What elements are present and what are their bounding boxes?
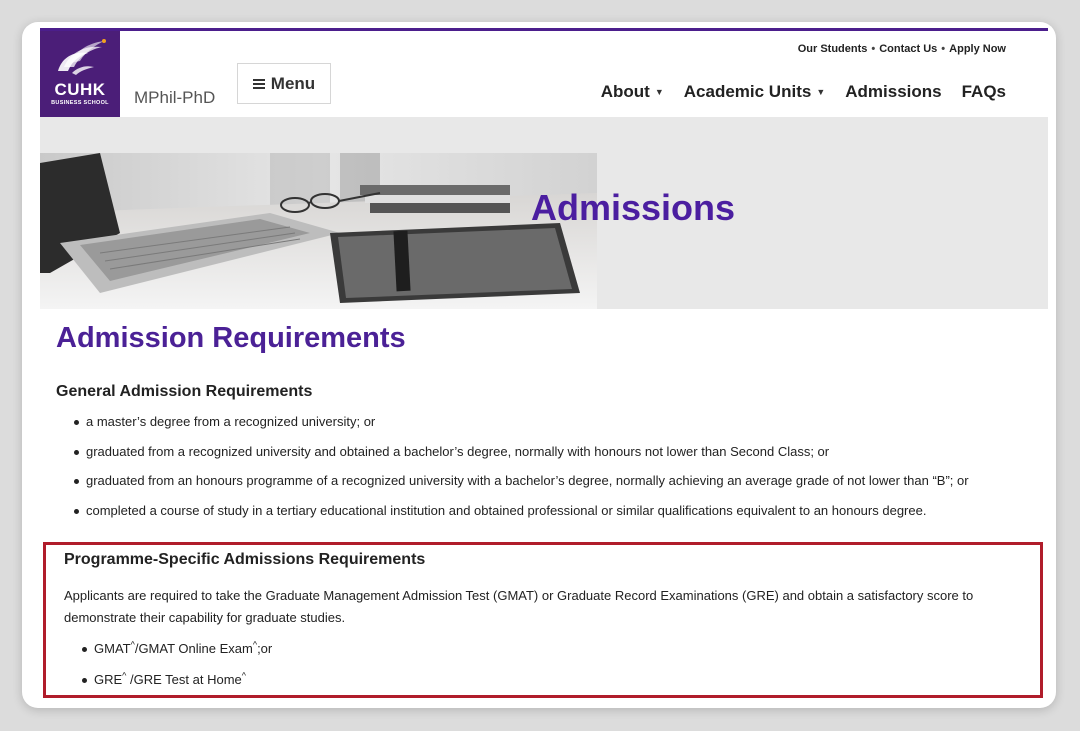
general-requirements-title: General Admission Requirements	[56, 383, 313, 400]
top-accent-line	[40, 28, 1048, 31]
link-contact-us[interactable]: Contact Us	[879, 43, 937, 55]
nav-about-label: About	[600, 82, 650, 101]
nav-admissions-label: Admissions	[845, 82, 942, 101]
caret-down-icon: ▼	[816, 87, 826, 97]
logo-text: CUHK	[54, 80, 106, 99]
logo-subtext: BUSINESS SCHOOL	[51, 100, 109, 106]
site-name[interactable]: MPhil-PhD	[134, 88, 215, 108]
programme-requirements-title: Programme-Specific Admissions Requiremen…	[64, 551, 426, 568]
cuhk-logo[interactable]: CUHK BUSINESS SCHOOL	[40, 31, 120, 117]
page-title: Admission Requirements	[56, 322, 406, 354]
list-item: graduated from a recognized university a…	[72, 444, 969, 474]
link-apply-now[interactable]: Apply Now	[949, 43, 1006, 55]
test-options-list: GMAT^/GMAT Online Exam^;or GRE ^ /GRE Tes…	[80, 640, 273, 703]
programme-requirements-description: Applicants are required to take the Grad…	[64, 588, 974, 625]
utility-links: Our Students • Contact Us • Apply Now	[798, 43, 1006, 55]
list-suffix: ;or	[257, 641, 273, 656]
separator-dot: •	[941, 43, 946, 55]
list-item: graduated from an honours programme of a…	[72, 473, 969, 503]
laptop-desk-illustration	[40, 153, 597, 309]
separator-dot: •	[871, 43, 876, 55]
bird-emblem-icon	[58, 39, 106, 75]
nav-academic-units-label: Academic Units	[683, 82, 812, 101]
nav-admissions[interactable]: Admissions	[845, 82, 941, 102]
banner-image	[40, 153, 597, 309]
list-item: completed a course of study in a tertiar…	[72, 503, 969, 533]
caret-down-icon: ▼	[654, 87, 664, 97]
hamburger-icon	[252, 77, 265, 91]
list-item: GMAT^/GMAT Online Exam^;or	[80, 640, 273, 672]
programme-requirements-highlight: Programme-Specific Admissions Requiremen…	[43, 542, 1043, 698]
page-banner: Admissions	[40, 117, 1048, 309]
nav-about[interactable]: About ▼	[601, 82, 664, 102]
nav-faqs[interactable]: FAQs	[962, 82, 1006, 102]
gmat-online-link[interactable]: /GMAT Online Exam	[135, 641, 253, 656]
gre-home-link[interactable]: /GRE Test at Home	[126, 672, 242, 687]
link-our-students[interactable]: Our Students	[798, 43, 868, 55]
browser-frame: CUHK BUSINESS SCHOOL MPhil-PhD Menu Our …	[22, 22, 1056, 708]
list-item: GRE^ /GRE Test at Home^	[80, 670, 272, 703]
caret-mark: ^	[241, 670, 246, 681]
gre-link[interactable]: GRE	[94, 672, 122, 687]
banner-title: Admissions	[531, 187, 736, 228]
gmat-link[interactable]: GMAT	[94, 641, 131, 656]
nav-faqs-label: FAQs	[961, 82, 1006, 101]
nav-academic-units[interactable]: Academic Units ▼	[684, 82, 825, 102]
main-nav: About ▼ Academic Units ▼ Admissions FAQs	[601, 82, 1006, 102]
menu-button[interactable]: Menu	[237, 63, 331, 104]
general-requirements-list: a master’s degree from a recognized univ…	[72, 414, 969, 532]
list-item: a master’s degree from a recognized univ…	[72, 414, 969, 444]
menu-label: Menu	[270, 73, 316, 93]
